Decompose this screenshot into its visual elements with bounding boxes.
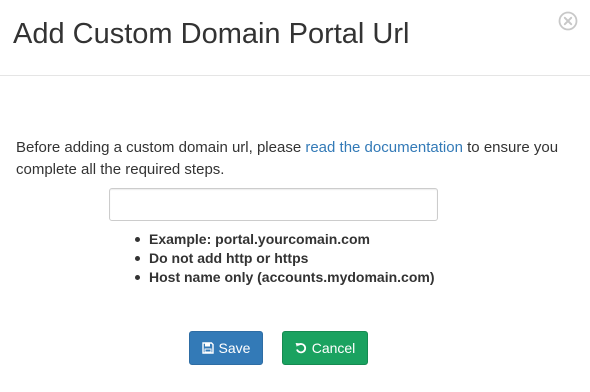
cancel-button[interactable]: Cancel — [282, 331, 368, 365]
hint-text: Do not add http or https — [149, 250, 309, 266]
close-button[interactable] — [558, 11, 578, 31]
bullet-icon — [135, 275, 140, 280]
cancel-button-label: Cancel — [311, 340, 356, 356]
intro-text-before: Before adding a custom domain url, pleas… — [16, 139, 306, 156]
bullet-icon — [135, 256, 140, 261]
hint-item: Do not add http or https — [130, 249, 435, 268]
floppy-disk-icon — [201, 342, 214, 354]
custom-domain-dialog: Add Custom Domain Portal Url Before addi… — [0, 0, 590, 392]
undo-icon — [295, 343, 306, 354]
hint-text: Host name only (accounts.mydomain.com) — [149, 269, 435, 285]
custom-domain-url-input[interactable] — [109, 188, 438, 221]
documentation-link[interactable]: read the documentation — [305, 139, 463, 156]
hint-text: Example: portal.yourcomain.com — [149, 231, 370, 247]
bullet-icon — [135, 237, 140, 242]
dialog-title: Add Custom Domain Portal Url — [13, 18, 410, 50]
save-button[interactable]: Save — [189, 331, 263, 365]
intro-text: Before adding a custom domain url, pleas… — [16, 137, 576, 181]
save-button-label: Save — [218, 340, 251, 356]
hint-item: Host name only (accounts.mydomain.com) — [130, 268, 435, 287]
dialog-header: Add Custom Domain Portal Url — [0, 0, 590, 76]
hint-item: Example: portal.yourcomain.com — [130, 230, 435, 249]
close-circle-icon — [558, 11, 578, 31]
hint-list: Example: portal.yourcomain.com Do not ad… — [130, 230, 435, 287]
